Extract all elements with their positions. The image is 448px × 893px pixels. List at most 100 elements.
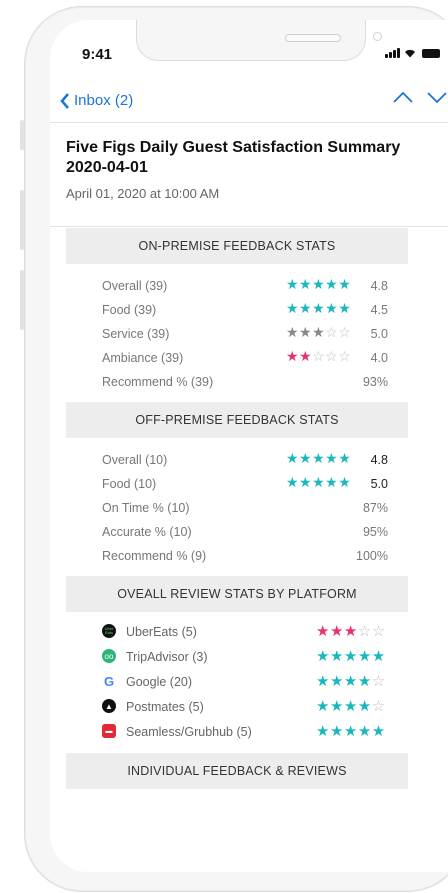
star-rating: ★★☆☆☆: [286, 348, 351, 365]
platform-label: Postmates (5): [126, 700, 204, 714]
star-rating: ★★★☆☆: [286, 324, 351, 341]
stat-label: Service (39): [102, 327, 170, 341]
message-navigation: [392, 90, 448, 104]
stat-label: Overall (39): [102, 279, 168, 293]
email-subject: Five Figs Daily Guest Satisfaction Summa…: [66, 139, 401, 176]
chevron-down-icon[interactable]: [426, 90, 448, 104]
stat-label: Ambiance (39): [102, 351, 184, 365]
platform-label: UberEats (5): [126, 625, 197, 639]
phone-screen: 9:41 Inbox (2) Five Figs Daily Guest Sat…: [50, 20, 448, 872]
stat-label: Overall (10): [102, 453, 168, 467]
filled-stars: ★★★★: [316, 673, 372, 690]
status-icons: [385, 48, 440, 58]
mail-nav-bar: Inbox (2): [50, 84, 448, 123]
ubereats-icon: Uber Eats: [102, 624, 116, 638]
volume-down-button: [20, 270, 24, 330]
platform-row: ▬ Seamless/Grubhub (5) ★★★★★: [66, 720, 408, 745]
star-rating: ★★★★★: [286, 276, 351, 293]
postmates-icon: ▲: [102, 699, 116, 713]
stat-value: 87%: [362, 501, 388, 515]
stat-value: 5.0: [370, 477, 388, 491]
stat-row: Ambiance (39) ★★☆☆☆ 4.0: [66, 346, 408, 370]
star-rating: ★★★★★: [316, 647, 386, 665]
email-body: ON-PREMISE FEEDBACK STATS Overall (39) ★★…: [66, 228, 408, 789]
filled-stars: ★★★★★: [286, 276, 352, 292]
stat-label: Food (10): [102, 477, 157, 491]
filled-stars: ★★★★★: [286, 300, 352, 316]
back-button[interactable]: Inbox (2): [60, 92, 133, 109]
camera: [373, 32, 382, 41]
star-rating: ★★★★★: [316, 722, 386, 740]
mute-switch: [20, 120, 24, 150]
volume-up-button: [20, 190, 24, 250]
tripadvisor-icon: oo: [102, 649, 116, 663]
stat-label: Food (39): [102, 303, 157, 317]
platform-label: TripAdvisor (3): [126, 650, 208, 664]
stat-value: 5.0: [370, 327, 388, 341]
stat-row: Accurate % (10) 95%: [66, 520, 408, 544]
on-premise-stats: Overall (39) ★★★★★ 4.8 Food (39) ★★★★★ 4.5 Ser…: [66, 264, 408, 402]
stat-value: 100%: [356, 549, 388, 563]
stat-label: Recommend % (9): [102, 549, 207, 563]
filled-stars: ★★★★★: [316, 723, 386, 740]
star-rating: ★★★★☆: [316, 672, 386, 690]
platform-row: oo TripAdvisor (3) ★★★★★: [66, 645, 408, 670]
platform-stats: Uber Eats UberEats (5) ★★★☆☆ oo TripAdvisor …: [66, 612, 408, 753]
seamless-icon: ▬: [102, 724, 116, 738]
stat-row: On Time % (10) 87%: [66, 496, 408, 520]
star-rating: ★★★★☆: [316, 697, 386, 715]
stat-label: Recommend % (39): [102, 375, 214, 389]
stat-value: 4.0: [370, 351, 388, 365]
email-header: Five Figs Daily Guest Satisfaction Summa…: [50, 124, 448, 227]
notch: [136, 20, 382, 61]
platform-label: Google (20): [126, 675, 193, 689]
filled-stars: ★★★★: [316, 698, 372, 715]
platform-row: Uber Eats UberEats (5) ★★★☆☆: [66, 620, 408, 645]
filled-stars: ★★★★★: [316, 648, 386, 665]
stat-row: Overall (39) ★★★★★ 4.8: [66, 274, 408, 298]
filled-stars: ★★★: [316, 623, 358, 640]
off-premise-stats: Overall (10) ★★★★★ 4.8 Food (10) ★★★★★ 5.0 On …: [66, 438, 408, 576]
empty-stars: ☆☆: [325, 324, 352, 340]
star-rating: ★★★★★: [286, 474, 352, 490]
wifi-icon: [405, 49, 415, 58]
chevron-left-icon: [60, 92, 69, 109]
star-rating: ★★★☆☆: [316, 622, 386, 640]
empty-stars: ☆: [371, 698, 386, 715]
filled-stars: ★★: [286, 348, 313, 364]
google-icon: G: [102, 673, 116, 689]
stat-row: Recommend % (9) 100%: [66, 544, 408, 568]
stat-row: Food (10) ★★★★★ 5.0: [66, 472, 408, 496]
status-time: 9:41: [82, 46, 113, 63]
speaker: [285, 34, 341, 42]
battery-icon: [422, 49, 440, 58]
email-date: April 01, 2020 at 10:00 AM: [66, 186, 220, 201]
section-header-platforms: OVEALL REVIEW STATS BY PLATFORM: [66, 576, 408, 612]
empty-stars: ☆: [371, 673, 386, 690]
filled-stars: ★★★: [286, 324, 326, 340]
stat-value: 4.5: [370, 303, 388, 317]
section-header-on-premise: ON-PREMISE FEEDBACK STATS: [66, 228, 408, 264]
platform-label: Seamless/Grubhub (5): [126, 725, 252, 739]
star-rating: ★★★★★: [286, 450, 352, 466]
stat-value: 4.8: [370, 453, 388, 467]
stat-row: Overall (10) ★★★★★ 4.8: [66, 448, 408, 472]
stat-value: 95%: [362, 525, 388, 539]
section-header-individual: INDIVIDUAL FEEDBACK & REVIEWS: [66, 753, 408, 789]
empty-stars: ☆☆: [357, 623, 386, 640]
section-header-off-premise: OFF-PREMISE FEEDBACK STATS: [66, 402, 408, 438]
platform-row: ▲ Postmates (5) ★★★★☆: [66, 695, 408, 720]
star-rating: ★★★★★: [286, 300, 351, 317]
chevron-up-icon[interactable]: [392, 90, 414, 104]
stat-value: 93%: [362, 375, 388, 389]
signal-icon: [385, 48, 400, 58]
stat-label: Accurate % (10): [102, 525, 192, 539]
platform-row: G Google (20) ★★★★☆: [66, 670, 408, 695]
stat-row: Food (39) ★★★★★ 4.5: [66, 298, 408, 322]
stat-label: On Time % (10): [102, 501, 190, 515]
stat-value: 4.8: [370, 279, 388, 293]
back-label: Inbox (2): [74, 92, 134, 109]
empty-stars: ☆☆☆: [312, 348, 352, 364]
stat-row: Recommend % (39) 93%: [66, 370, 408, 394]
stat-row: Service (39) ★★★☆☆ 5.0: [66, 322, 408, 346]
